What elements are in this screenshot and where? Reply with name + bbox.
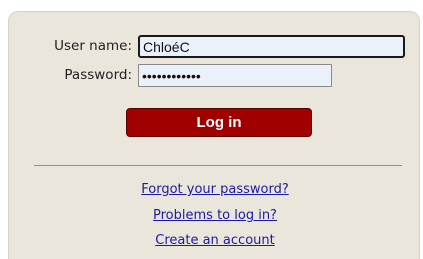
password-label: Password: bbox=[64, 67, 132, 83]
forgot-password-link[interactable]: Forgot your password? bbox=[9, 182, 421, 197]
username-input[interactable] bbox=[138, 35, 405, 58]
create-account-link[interactable]: Create an account bbox=[9, 233, 421, 248]
login-panel: User name: Password: Log in Forgot your … bbox=[8, 11, 420, 259]
problems-logging-in-link[interactable]: Problems to log in? bbox=[9, 208, 421, 223]
login-button[interactable]: Log in bbox=[126, 108, 312, 137]
username-label: User name: bbox=[54, 38, 132, 54]
password-input[interactable] bbox=[138, 64, 332, 87]
divider bbox=[34, 165, 402, 166]
